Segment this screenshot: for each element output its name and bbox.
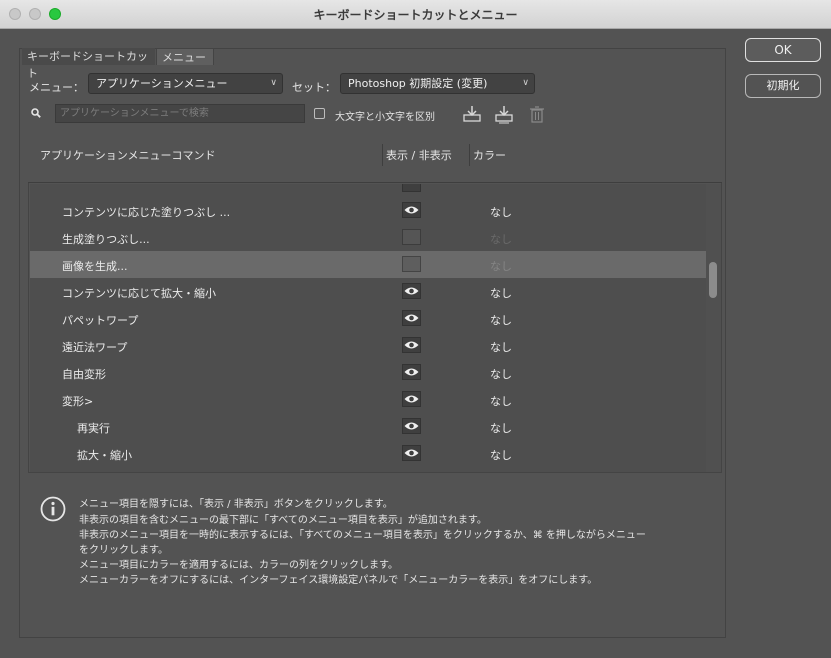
command-label: 再実行 <box>77 422 110 435</box>
menu-type-value: アプリケーションメニュー <box>96 77 228 90</box>
command-label: パペットワープ <box>62 314 139 327</box>
command-label: コンテンツに応じて拡大・縮小 <box>62 287 216 300</box>
save-set-icon[interactable] <box>462 104 482 124</box>
table-row[interactable]: 再実行 なし <box>30 413 706 440</box>
info-line: メニューカラーをオフにするには、インターフェイス環境設定パネルで「メニューカラー… <box>79 575 598 586</box>
table-row[interactable]: 拡大・縮小 なし <box>30 440 706 467</box>
window-title: キーボードショートカットとメニュー <box>313 8 518 22</box>
color-value[interactable]: なし <box>490 231 512 247</box>
color-value[interactable]: なし <box>490 258 512 274</box>
command-label: 自由変形 <box>62 368 106 381</box>
table-row[interactable]: 生成塗りつぶし... なし <box>30 224 706 251</box>
color-value[interactable]: なし <box>490 285 512 301</box>
visibility-toggle[interactable] <box>402 229 421 245</box>
table-row[interactable]: コンテンツに応じて拡大・縮小 なし <box>30 278 706 305</box>
color-value[interactable]: なし <box>490 339 512 355</box>
color-value[interactable]: なし <box>490 366 512 382</box>
match-case-checkbox[interactable] <box>314 108 325 119</box>
tab-menus[interactable]: メニュー <box>156 48 214 65</box>
set-select[interactable]: Photoshop 初期設定 (変更) ∨ <box>340 73 535 94</box>
eye-icon[interactable] <box>402 184 421 192</box>
table-row-selected[interactable]: 画像を生成... なし <box>30 251 706 278</box>
column-header-visibility: 表示 / 非表示 <box>386 149 452 162</box>
set-value: Photoshop 初期設定 (変更) <box>348 77 488 90</box>
column-header-color: カラー <box>473 149 506 162</box>
table-row[interactable] <box>30 184 706 198</box>
eye-icon[interactable] <box>402 283 421 299</box>
search-icon <box>31 108 41 118</box>
command-label: 画像を生成... <box>62 260 128 273</box>
info-line: 非表示の項目を含むメニューの最下部に「すべてのメニュー項目を表示」が追加されます… <box>79 515 487 526</box>
set-label: セット： <box>292 81 336 94</box>
trash-icon[interactable] <box>527 104 547 124</box>
column-header-command: アプリケーションメニューコマンド <box>40 149 216 162</box>
column-divider <box>382 144 383 166</box>
chevron-down-icon: ∨ <box>522 78 529 88</box>
command-label: 遠近法ワープ <box>62 341 128 354</box>
tab-keyboard-shortcuts[interactable]: キーボードショートカット <box>22 48 155 80</box>
title-bar: キーボードショートカットとメニュー <box>0 0 831 29</box>
table-scrollbar[interactable] <box>706 184 721 472</box>
table-row[interactable] <box>30 467 706 472</box>
search-input[interactable]: アプリケーションメニューで検索 <box>55 104 305 123</box>
command-label: 生成塗りつぶし... <box>62 233 150 246</box>
menu-label: メニュー： <box>29 81 84 94</box>
command-label: 拡大・縮小 <box>77 449 132 462</box>
eye-icon[interactable] <box>402 202 421 218</box>
scrollbar-thumb[interactable] <box>709 262 717 298</box>
reset-button[interactable]: 初期化 <box>745 74 821 98</box>
table-row[interactable]: パペットワープ なし <box>30 305 706 332</box>
table-header: アプリケーションメニューコマンド 表示 / 非表示 カラー <box>28 133 722 183</box>
match-case-label: 大文字と小文字を区別 <box>335 112 435 123</box>
visibility-toggle[interactable] <box>402 256 421 272</box>
info-line: メニュー項目にカラーを適用するには、カラーの列をクリックします。 <box>79 560 398 571</box>
table-body: コンテンツに応じた塗りつぶし ... なし 生成塗りつぶし... なし 画像を生… <box>30 184 706 472</box>
eye-icon[interactable] <box>402 445 421 461</box>
color-value[interactable]: なし <box>490 393 512 409</box>
ok-button[interactable]: OK <box>745 38 821 62</box>
info-icon <box>40 496 66 522</box>
command-label: コンテンツに応じた塗りつぶし ... <box>62 206 231 219</box>
color-value[interactable]: なし <box>490 447 512 463</box>
table-row[interactable]: コンテンツに応じた塗りつぶし ... なし <box>30 197 706 224</box>
eye-icon[interactable] <box>402 310 421 326</box>
color-value[interactable]: なし <box>490 312 512 328</box>
column-divider <box>469 144 470 166</box>
table-row[interactable]: 自由変形 なし <box>30 359 706 386</box>
info-line: 非表示のメニュー項目を一時的に表示するには、「すべてのメニュー項目を表示」をクリ… <box>79 530 646 541</box>
color-value[interactable]: なし <box>490 204 512 220</box>
chevron-down-icon: ∨ <box>270 78 277 88</box>
eye-icon[interactable] <box>402 391 421 407</box>
eye-icon[interactable] <box>402 364 421 380</box>
table-row[interactable]: 遠近法ワープ なし <box>30 332 706 359</box>
command-label: 変形> <box>62 395 94 408</box>
save-set-as-icon[interactable] <box>494 104 514 124</box>
eye-icon[interactable] <box>402 418 421 434</box>
menu-type-select[interactable]: アプリケーションメニュー ∨ <box>88 73 283 94</box>
info-line: メニュー項目を隠すには、「表示 / 非表示」ボタンをクリックします。 <box>79 499 393 510</box>
info-line: をクリックします。 <box>79 545 168 556</box>
color-value[interactable]: なし <box>490 420 512 436</box>
table-row[interactable]: 変形> なし <box>30 386 706 413</box>
eye-icon[interactable] <box>402 337 421 353</box>
